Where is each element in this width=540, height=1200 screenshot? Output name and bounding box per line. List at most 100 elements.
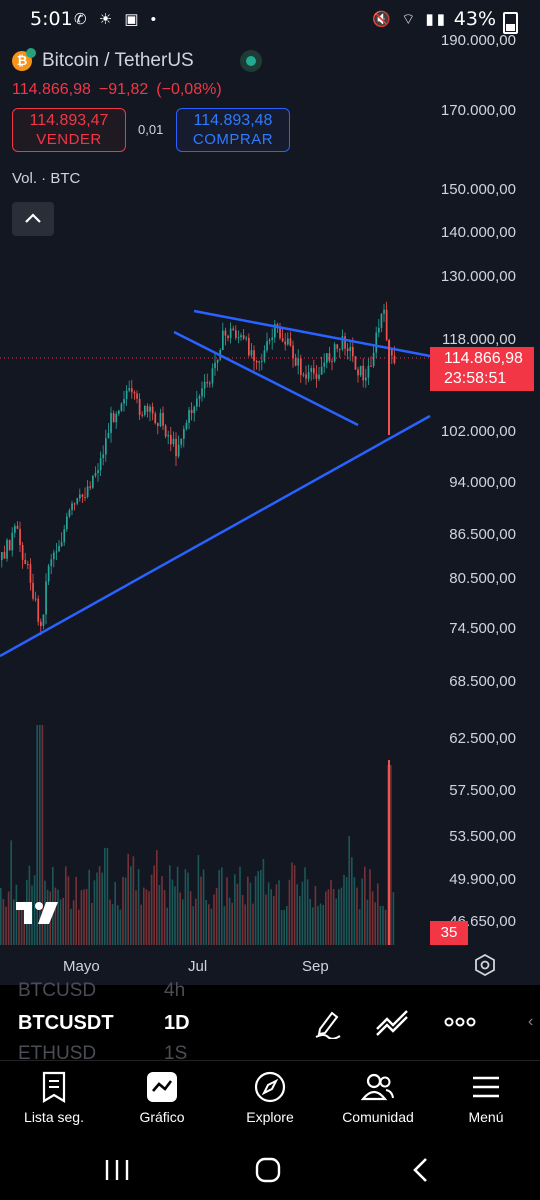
volume-bar [374,902,376,945]
volume-bar [202,869,205,945]
volume-bar [145,889,148,945]
buy-label: COMPRAR [192,131,274,148]
volume-bar [340,887,343,945]
volume-bar [166,907,168,945]
candle-body [185,422,188,429]
candle-body [144,406,146,415]
candle-body [339,348,341,350]
symbol-header[interactable]: ₿ Bitcoin / TetherUS [12,48,194,72]
candle-body [383,309,385,314]
more-options-icon[interactable] [444,1007,476,1037]
volume-bar [208,904,210,945]
candle-body [177,444,180,457]
nav-label: Explore [246,1109,294,1125]
volume-legend[interactable]: Vol. · BTC [12,170,80,187]
candle-body [60,542,63,546]
volume-bar [299,896,301,945]
chart-settings-icon[interactable] [474,954,496,976]
volume-bar [353,877,356,945]
candle-body [333,344,336,362]
candle-body [209,383,211,385]
volume-bar [150,874,153,945]
toolbar-scroll-indicator: ‹ [528,1013,534,1030]
volume-bar [291,862,293,945]
nav-watchlist[interactable]: Lista seg. [0,1061,108,1125]
nav-explore[interactable]: Explore [216,1061,324,1125]
recent-apps-icon[interactable] [104,1158,130,1182]
volume-bar [171,879,174,945]
candle-body [297,358,300,366]
candle-body [318,374,320,379]
chart-icon [147,1072,177,1102]
candle-body [81,494,84,497]
volume-bar [106,848,109,945]
volume-bar [379,905,382,945]
volume-bar [257,871,259,945]
candle-body [323,362,326,367]
candle-body [118,410,120,414]
back-icon[interactable] [410,1157,430,1183]
candle-body [378,327,380,333]
volume-bar [122,876,124,945]
candle-body [47,565,50,582]
price-axis-label: 49.900,00 [449,871,516,888]
nav-community[interactable]: Comunidad [324,1061,432,1125]
candle-body [11,532,14,551]
candle-body [45,581,47,615]
candle-body [94,473,97,476]
price-change-percent: (−0,08%) [156,81,222,98]
community-icon [360,1073,394,1101]
volume-bar [275,884,278,945]
volume-bar [10,840,12,945]
candle-body [365,377,367,381]
home-icon[interactable] [255,1157,281,1183]
candle-body [266,341,268,351]
interval-prev[interactable]: 4h [164,980,185,1002]
volume-bar [210,908,213,945]
current-price-tag-price: 114.866,98 [444,350,523,367]
candle-body [253,350,255,361]
price-axis-label: 130.000,00 [440,268,516,285]
price-axis-label: 118.000,00 [442,331,516,348]
price-axis-label: 86.500,00 [449,526,516,543]
volume-bar [390,765,392,945]
price-axis-label: 80.500,00 [449,570,516,587]
candle-body [8,539,11,551]
volume-bar [377,883,379,945]
volume-bar [293,865,296,945]
volume-bar [117,905,119,945]
candle-body [14,525,16,533]
candle-body [125,390,128,400]
volume-bar [135,890,137,945]
spread-value: 0,01 [138,122,164,137]
buy-price: 114.893,48 [193,112,273,129]
candle-body [370,365,372,367]
symbol-selector[interactable]: BTCUSDT [18,1012,114,1035]
battery-icon [503,12,518,34]
symbol-prev[interactable]: BTCUSD [18,980,96,1002]
collapse-legend-button[interactable] [12,202,54,236]
candle-body [203,381,206,389]
draw-pen-icon[interactable] [312,1007,342,1039]
candle-body [97,470,99,473]
volume-bar [192,906,194,945]
candle-body [393,355,396,364]
volume-bar [319,903,322,945]
candle-body [372,352,375,366]
sell-button[interactable]: 114.893,47 VENDER [12,108,126,152]
candle-body [320,366,323,375]
candle-body [6,539,8,559]
volume-bar [382,905,384,945]
price-axis-label: 68.500,00 [449,673,516,690]
interval-selector[interactable]: 1D [164,1012,190,1035]
symbol-name[interactable]: Bitcoin / TetherUS [42,50,194,72]
price-axis-label: 150.000,00 [440,181,516,198]
buy-button[interactable]: 114.893,48 COMPRAR [176,108,290,152]
nav-menu[interactable]: Menú [432,1061,540,1125]
candle-body [170,435,172,445]
drawing-tools-icon[interactable] [375,1007,409,1037]
nav-chart[interactable]: Gráfico [108,1061,216,1125]
candle-body [115,413,118,423]
volume-bar [13,899,15,945]
volume-bar [288,879,291,945]
